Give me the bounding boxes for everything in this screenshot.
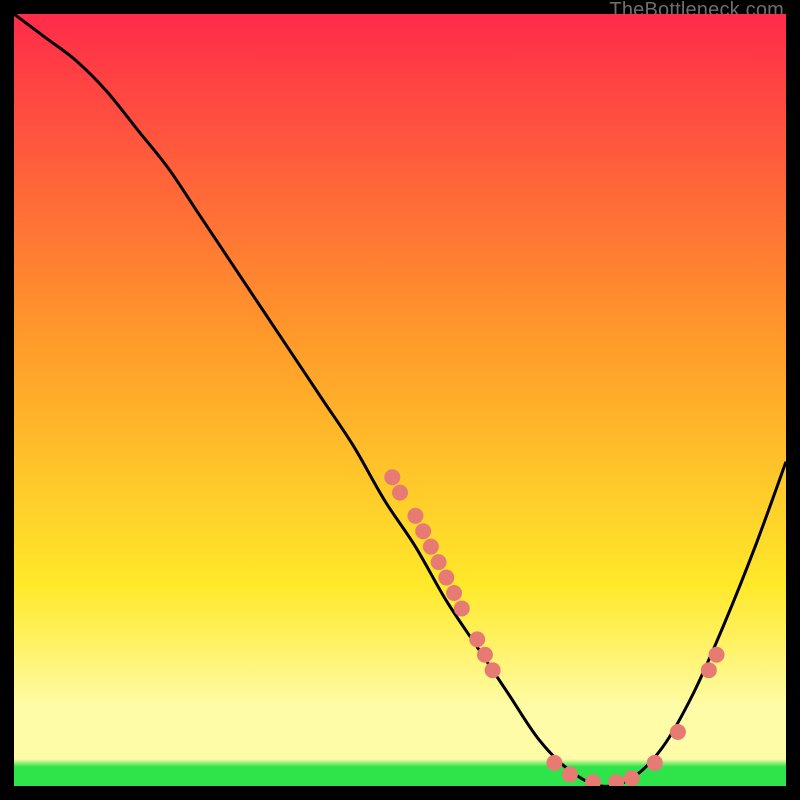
background-gradient [14,14,786,786]
chart-frame: TheBottleneck.com [14,14,786,786]
